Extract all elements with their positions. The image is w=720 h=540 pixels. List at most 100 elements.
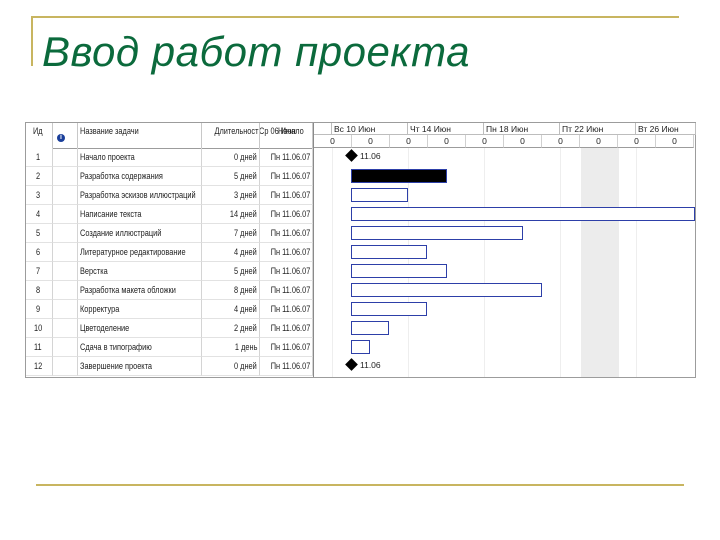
row-start: Пн 11.06.07	[260, 262, 313, 281]
row-id: 9	[26, 300, 53, 319]
row-start: Пн 11.06.07	[260, 300, 313, 319]
row-indicator	[53, 148, 78, 167]
task-table[interactable]: Ид i Название задачи Длительность Ср 06 …	[26, 123, 313, 377]
table-header: Ид i Название задачи Длительность Ср 06 …	[26, 123, 313, 149]
row-task-name: Разработка макета обложки	[78, 281, 202, 300]
row-task-name: Сдача в типографию	[78, 338, 202, 357]
row-duration: 0 дней	[202, 148, 260, 167]
timescale-day: 0	[428, 135, 466, 148]
row-task-name: Разработка содержания	[78, 167, 202, 186]
row-start: Пн 11.06.07	[260, 224, 313, 243]
task-bar[interactable]	[351, 302, 428, 316]
row-task-name: Цветоделение	[78, 319, 202, 338]
row-indicator	[53, 338, 78, 357]
grid-line	[484, 148, 485, 377]
row-id: 2	[26, 167, 53, 186]
row-indicator	[53, 281, 78, 300]
row-id: 6	[26, 243, 53, 262]
row-duration: 5 дней	[202, 167, 260, 186]
timescale-week: Вс 10 Июн	[332, 123, 408, 135]
task-bar[interactable]	[351, 283, 542, 297]
row-task-name: Начало проекта	[78, 148, 202, 167]
row-duration: 14 дней	[202, 205, 260, 224]
row-indicator	[53, 357, 78, 376]
timescale-day: 0	[352, 135, 390, 148]
column-header-id[interactable]: Ид	[26, 123, 53, 148]
row-indicator	[53, 205, 78, 224]
row-start: Пн 11.06.07	[260, 319, 313, 338]
weekend-shade	[581, 148, 619, 377]
slide-title: Ввод работ проекта	[42, 28, 470, 75]
gantt-chart[interactable]: Ид i Название задачи Длительность Ср 06 …	[25, 122, 696, 378]
row-id: 5	[26, 224, 53, 243]
row-indicator	[53, 319, 78, 338]
row-id: 10	[26, 319, 53, 338]
timescale-day: 0	[618, 135, 656, 148]
row-indicator	[53, 167, 78, 186]
timeline-area[interactable]: Вс 10 Июн Чт 14 Июн Пн 18 Июн Пт 22 Июн Вт 2…	[313, 123, 696, 377]
grid-line	[636, 148, 637, 377]
bottom-decor-rule	[36, 484, 684, 486]
task-bar[interactable]	[351, 321, 390, 335]
row-task-name: Литературное редактирование	[78, 243, 202, 262]
task-bar[interactable]	[351, 264, 447, 278]
row-start: Пн 11.06.07	[260, 205, 313, 224]
row-start: Пн 11.06.07	[260, 338, 313, 357]
row-start: Пн 11.06.07	[260, 186, 313, 205]
column-header-indicators[interactable]: i	[53, 123, 78, 148]
row-id: 1	[26, 148, 53, 167]
column-header-name[interactable]: Название задачи	[78, 123, 202, 148]
row-duration: 8 дней	[202, 281, 260, 300]
row-indicator	[53, 224, 78, 243]
row-duration: 1 день	[202, 338, 260, 357]
task-bar[interactable]	[351, 188, 409, 202]
row-duration: 4 дней	[202, 300, 260, 319]
row-indicator	[53, 186, 78, 205]
top-decor-rule	[31, 16, 679, 18]
timescale-day: 0	[466, 135, 504, 148]
timescale-week: Чт 14 Июн	[408, 123, 484, 135]
row-task-name: Создание иллюстраций	[78, 224, 202, 243]
row-start: Пн 11.06.07	[260, 243, 313, 262]
task-bar[interactable]	[351, 207, 695, 221]
row-id: 8	[26, 281, 53, 300]
timescale-day: 0	[504, 135, 542, 148]
row-id: 3	[26, 186, 53, 205]
timescale-week: Вт 26 Июн	[636, 123, 696, 135]
row-start: Пн 11.06.07	[260, 167, 313, 186]
row-duration: 2 дней	[202, 319, 260, 338]
row-indicator	[53, 262, 78, 281]
info-icon: i	[57, 134, 65, 142]
row-task-name: Завершение проекта	[78, 357, 202, 376]
row-id: 4	[26, 205, 53, 224]
timescale-day: 0	[656, 135, 694, 148]
row-start: Пн 11.06.07	[260, 148, 313, 167]
row-duration: 7 дней	[202, 224, 260, 243]
timescale-day: 0	[390, 135, 428, 148]
row-indicator	[53, 243, 78, 262]
row-indicator	[53, 300, 78, 319]
row-task-name: Написание текста	[78, 205, 202, 224]
row-start: Пн 11.06.07	[260, 357, 313, 376]
timescale-day: 0	[542, 135, 580, 148]
milestone-marker[interactable]	[345, 149, 358, 162]
timescale-week: Пт 22 Июн	[560, 123, 636, 135]
milestone-label: 11.06	[360, 151, 381, 161]
milestone-marker[interactable]	[345, 358, 358, 371]
row-id: 7	[26, 262, 53, 281]
grid-line	[560, 148, 561, 377]
task-bar[interactable]	[351, 169, 447, 183]
side-decor-rule	[31, 16, 33, 66]
column-header-duration[interactable]: Длительность	[202, 123, 260, 148]
row-id: 11	[26, 338, 53, 357]
row-task-name: Корректура	[78, 300, 202, 319]
timescale-week-partial	[314, 123, 332, 135]
column-header-start[interactable]: Ср 06 Июн Начало	[260, 123, 313, 148]
row-task-name: Верстка	[78, 262, 202, 281]
row-id: 12	[26, 357, 53, 376]
row-duration: 0 дней	[202, 357, 260, 376]
task-bar[interactable]	[351, 226, 523, 240]
task-bar[interactable]	[351, 245, 428, 259]
row-duration: 5 дней	[202, 262, 260, 281]
task-bar[interactable]	[351, 340, 371, 354]
